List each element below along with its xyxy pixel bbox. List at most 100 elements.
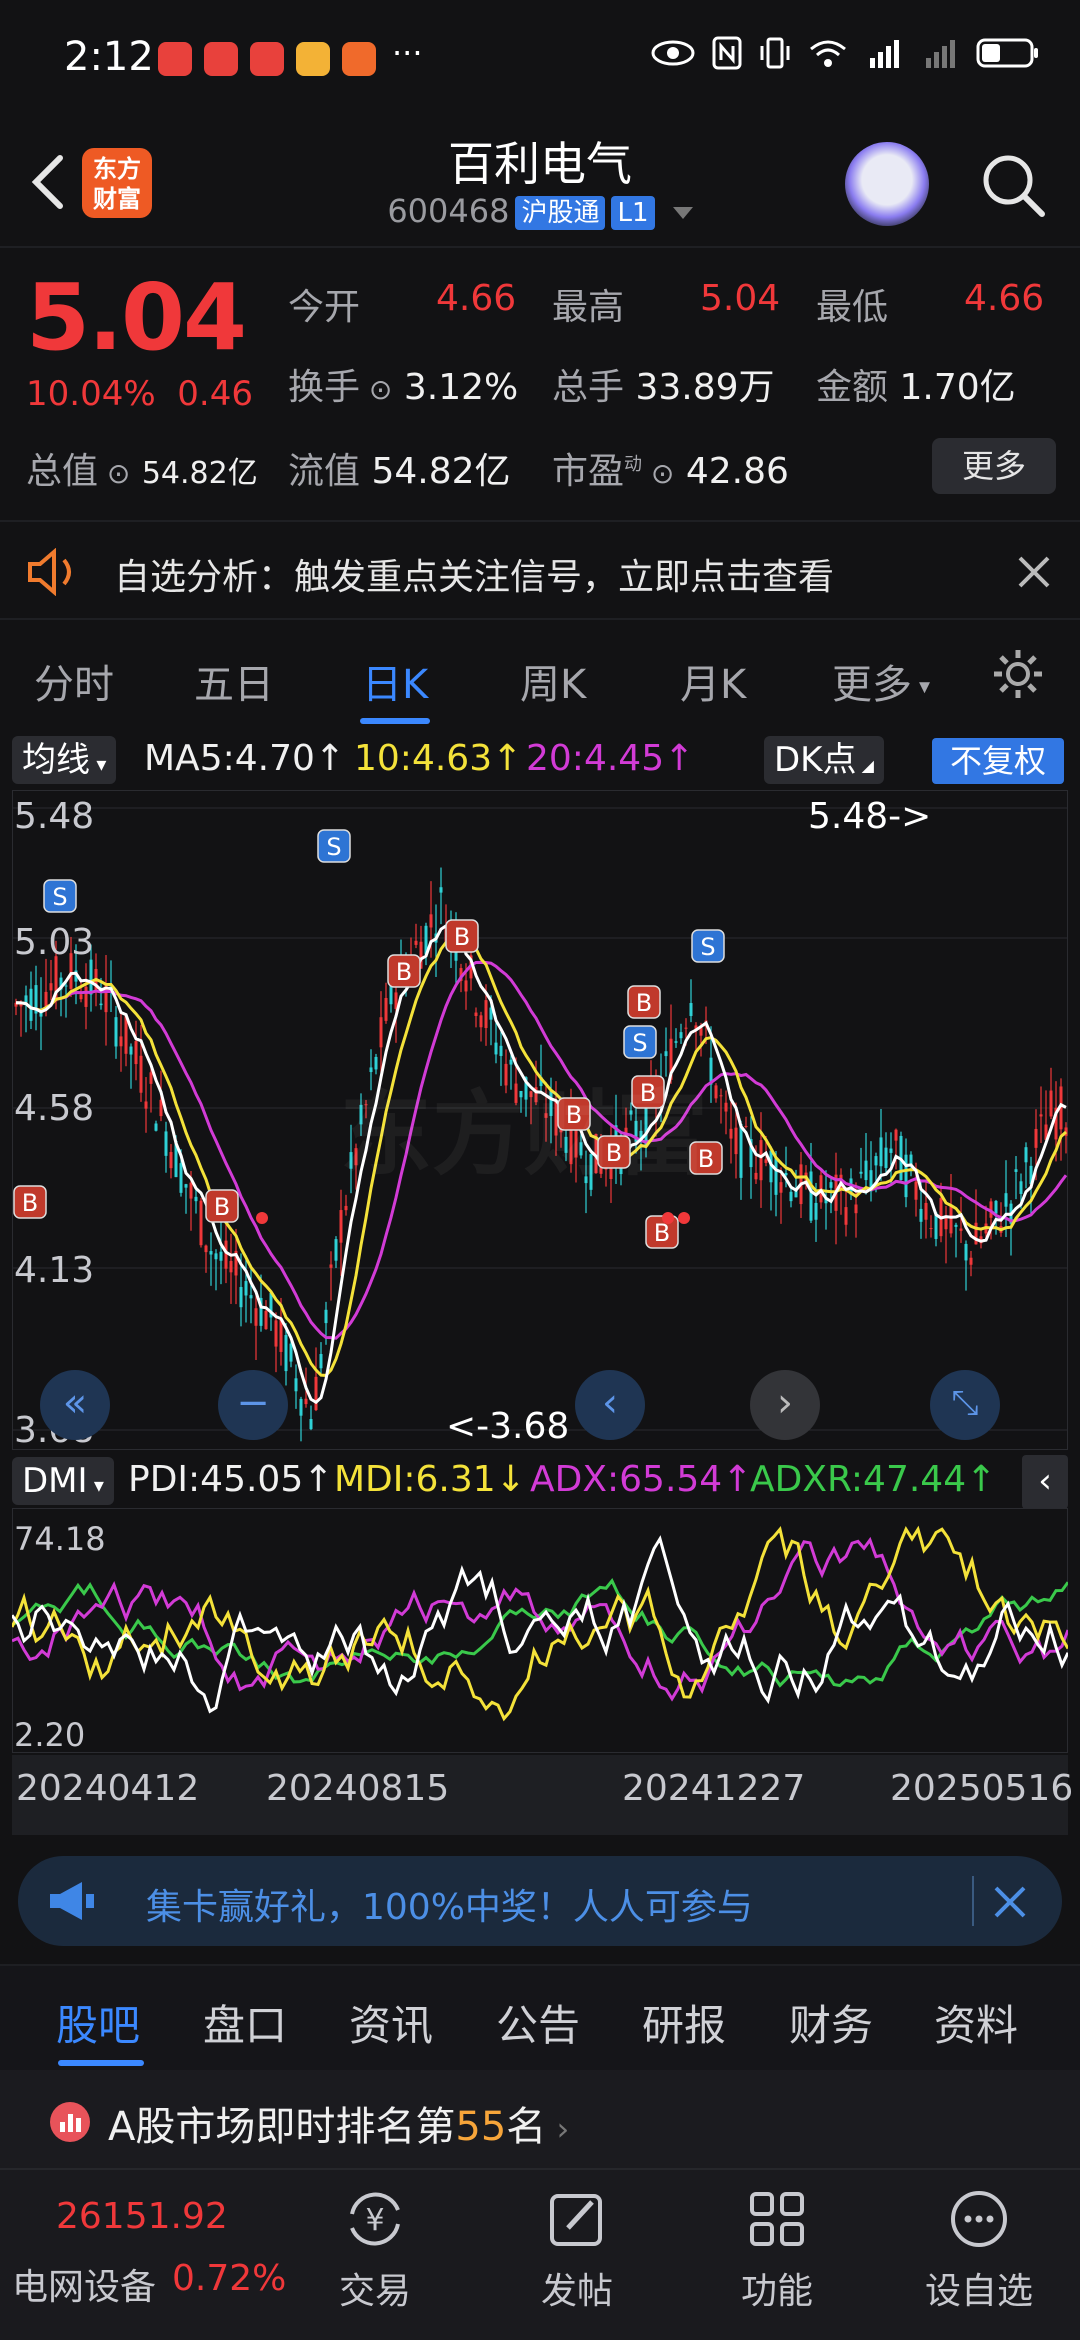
- promo-text: 集卡赢好礼，100%中奖！人人可参与: [146, 1887, 753, 1928]
- trade-marker-label: B: [454, 923, 470, 951]
- candle-body: [719, 1095, 723, 1097]
- close-icon[interactable]: [990, 1882, 1030, 1922]
- alert-banner[interactable]: 自选分析：触发重点关注信号，立即点击查看: [0, 520, 1080, 620]
- tab-research[interactable]: 研报: [642, 1992, 726, 2053]
- gear-icon[interactable]: [990, 646, 1046, 702]
- prev-button[interactable]: ‹: [575, 1370, 645, 1440]
- notification-icon: [158, 42, 192, 76]
- trade-marker-label: S: [52, 883, 67, 911]
- rewind-button[interactable]: «: [40, 1370, 110, 1440]
- ma-legend: 均线 ▾ MA5:4.70↑ 10:4.63↑ 20:4.45↑ DK点 ◢ 不…: [0, 732, 1080, 788]
- battery-icon: [976, 38, 1038, 68]
- candle-body: [479, 1015, 483, 1028]
- nav-post[interactable]: 发帖: [497, 2262, 657, 2314]
- next-button[interactable]: ›: [750, 1370, 820, 1440]
- candle-body: [689, 1003, 693, 1017]
- candle-body: [329, 1264, 333, 1268]
- candle-body: [334, 1239, 338, 1261]
- tab-daily-k[interactable]: 日K: [362, 652, 428, 710]
- candle-body: [884, 1147, 888, 1168]
- eye-icon: [651, 40, 695, 66]
- speaker-icon: [28, 548, 71, 596]
- y-axis-label: 4.13: [14, 1250, 95, 1291]
- rank-row[interactable]: A股市场即时排名第55名 ›: [0, 2070, 1080, 2168]
- nfc-icon: [712, 36, 742, 70]
- high-value: 5.04: [700, 278, 781, 319]
- tab-profile[interactable]: 资料: [934, 1992, 1018, 2053]
- expand-button[interactable]: ⤡: [930, 1370, 1000, 1440]
- nav-functions[interactable]: 功能: [697, 2262, 857, 2314]
- date-label: 20240412: [16, 1768, 200, 1809]
- candle-body: [264, 1310, 268, 1330]
- candle-body: [679, 1032, 683, 1039]
- pdi-line: [10, 1535, 1070, 1714]
- zoom-out-button[interactable]: −: [218, 1370, 288, 1440]
- collapse-indicator-button[interactable]: ‹: [1022, 1455, 1068, 1509]
- dmi-y-top: 74.18: [14, 1520, 106, 1558]
- search-icon[interactable]: [978, 150, 1048, 220]
- nav-trade[interactable]: 交易: [295, 2262, 455, 2314]
- ma10-value: 10:4.63↑: [354, 738, 523, 779]
- candle-body: [969, 1257, 973, 1265]
- candle-body: [474, 1012, 478, 1016]
- open-value: 4.66: [436, 278, 517, 319]
- tab-monthly-k[interactable]: 月K: [680, 652, 746, 710]
- candle-body: [1014, 1169, 1018, 1172]
- grid-icon[interactable]: [742, 2184, 812, 2254]
- candle-body: [149, 1072, 153, 1084]
- ma-selector[interactable]: 均线 ▾: [12, 736, 117, 784]
- level-badge: L1: [611, 196, 655, 230]
- more-quote-button[interactable]: 更多: [932, 438, 1056, 494]
- candle-body: [294, 1378, 298, 1392]
- dmi-chart[interactable]: [10, 1507, 1070, 1754]
- tab-pankou[interactable]: 盘口: [203, 1992, 287, 2053]
- candle-body: [244, 1281, 248, 1296]
- candle-body: [154, 1123, 158, 1131]
- candle-body: [714, 1085, 718, 1099]
- candle-body: [184, 1184, 188, 1188]
- candle-body: [1019, 1181, 1023, 1194]
- more-circle-icon[interactable]: [944, 2184, 1014, 2254]
- assistant-robot-icon[interactable]: [845, 142, 929, 226]
- candle-body: [964, 1243, 968, 1261]
- dmi-selector[interactable]: DMI ▾: [12, 1457, 114, 1505]
- tab-guba[interactable]: 股吧: [56, 1992, 140, 2053]
- candle-body: [814, 1202, 818, 1220]
- quote-panel: 5.04 10.04% 0.46 今开 4.66 最高 5.04 最低 4.66…: [0, 250, 1080, 510]
- amount-field: 金额 1.70亿: [816, 367, 1016, 408]
- candle-body: [829, 1182, 833, 1188]
- tab-intraday[interactable]: 分时: [34, 652, 114, 710]
- promo-banner[interactable]: 集卡赢好礼，100%中奖！人人可参与: [18, 1856, 1062, 1946]
- candle-body: [439, 887, 443, 893]
- candle-body: [764, 1159, 768, 1163]
- candle-body: [864, 1160, 868, 1181]
- candle-body: [949, 1205, 953, 1234]
- pdi-value: PDI:45.05↑: [128, 1459, 334, 1500]
- tab-announcements[interactable]: 公告: [496, 1992, 580, 2053]
- tab-news[interactable]: 资讯: [349, 1992, 433, 2053]
- candle-body: [239, 1287, 243, 1308]
- trade-icon[interactable]: ¥: [340, 2184, 410, 2254]
- tab-weekly-k[interactable]: 周K: [520, 652, 586, 710]
- dk-point-selector[interactable]: DK点 ◢: [764, 736, 884, 784]
- chevron-down-icon: [672, 207, 693, 219]
- candle-body: [904, 1154, 908, 1198]
- candle-body: [314, 1376, 318, 1411]
- candle-body: [499, 1045, 503, 1056]
- tab-finance[interactable]: 财务: [789, 1992, 873, 2053]
- dmi-canvas: [10, 1507, 1070, 1754]
- candle-body: [119, 1036, 123, 1047]
- candle-body: [379, 1017, 383, 1048]
- close-icon[interactable]: [1014, 552, 1054, 592]
- tab-five-day[interactable]: 五日: [194, 652, 274, 710]
- sector-index[interactable]: 26151.92 电网设备 0.72%: [0, 2170, 286, 2340]
- megaphone-icon: [50, 1882, 94, 1920]
- active-tab-indicator: [360, 718, 430, 724]
- post-icon[interactable]: [542, 2184, 612, 2254]
- nav-add-watchlist[interactable]: 设自选: [899, 2262, 1059, 2314]
- ma20-value: 20:4.45↑: [526, 738, 695, 779]
- no-adjust-button[interactable]: 不复权: [932, 738, 1064, 784]
- trade-marker-label: B: [214, 1193, 230, 1221]
- candle-body: [304, 1398, 308, 1405]
- tab-more[interactable]: 更多 ▾: [832, 652, 930, 710]
